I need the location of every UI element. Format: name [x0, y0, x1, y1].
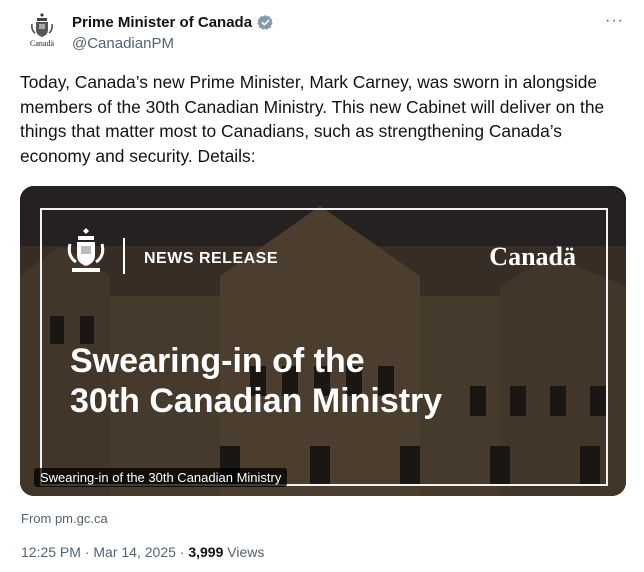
avatar-wordmark: Canadä — [30, 39, 54, 48]
tweet-time[interactable]: 12:25 PM — [21, 544, 81, 560]
news-release-label: NEWS RELEASE — [144, 250, 279, 267]
views-count: 3,999 — [188, 544, 224, 560]
tweet-text: Today, Canada’s new Prime Minister, Mark… — [20, 72, 605, 166]
coat-of-arms-icon — [31, 13, 53, 37]
handle[interactable]: @CanadianPM — [72, 35, 274, 52]
verified-badge-icon — [257, 14, 273, 30]
source-link[interactable]: From pm.gc.ca — [21, 511, 108, 526]
canada-wordmark: Canadä — [489, 242, 576, 271]
views-label: Views — [227, 544, 265, 560]
card-title-line-1: Swearing-in of the — [70, 342, 365, 380]
avatar[interactable]: Canadä — [22, 12, 62, 52]
card-title-line-2: 30th Canadian Ministry — [70, 382, 443, 420]
more-options-button[interactable]: ··· — [605, 12, 624, 30]
tweet-meta: 12:25 PM · Mar 14, 2025 · 3,999 Views — [21, 544, 264, 560]
link-card[interactable]: NEWS RELEASE Canadä Swearing-in of the 3… — [20, 186, 626, 496]
header-divider — [123, 238, 125, 274]
meta-separator: · — [179, 544, 185, 560]
display-name-text: Prime Minister of Canada — [72, 13, 253, 31]
tweet-header: Canadä Prime Minister of Canada @Canadia… — [22, 12, 632, 60]
tweet-date[interactable]: Mar 14, 2025 — [93, 544, 176, 560]
card-caption: Swearing-in of the 30th Canadian Ministr… — [34, 468, 288, 487]
card-title: Swearing-in of the 30th Canadian Ministr… — [70, 341, 550, 421]
coat-of-arms-icon — [67, 228, 105, 272]
meta-separator: · — [84, 544, 90, 560]
display-name[interactable]: Prime Minister of Canada — [72, 12, 274, 32]
